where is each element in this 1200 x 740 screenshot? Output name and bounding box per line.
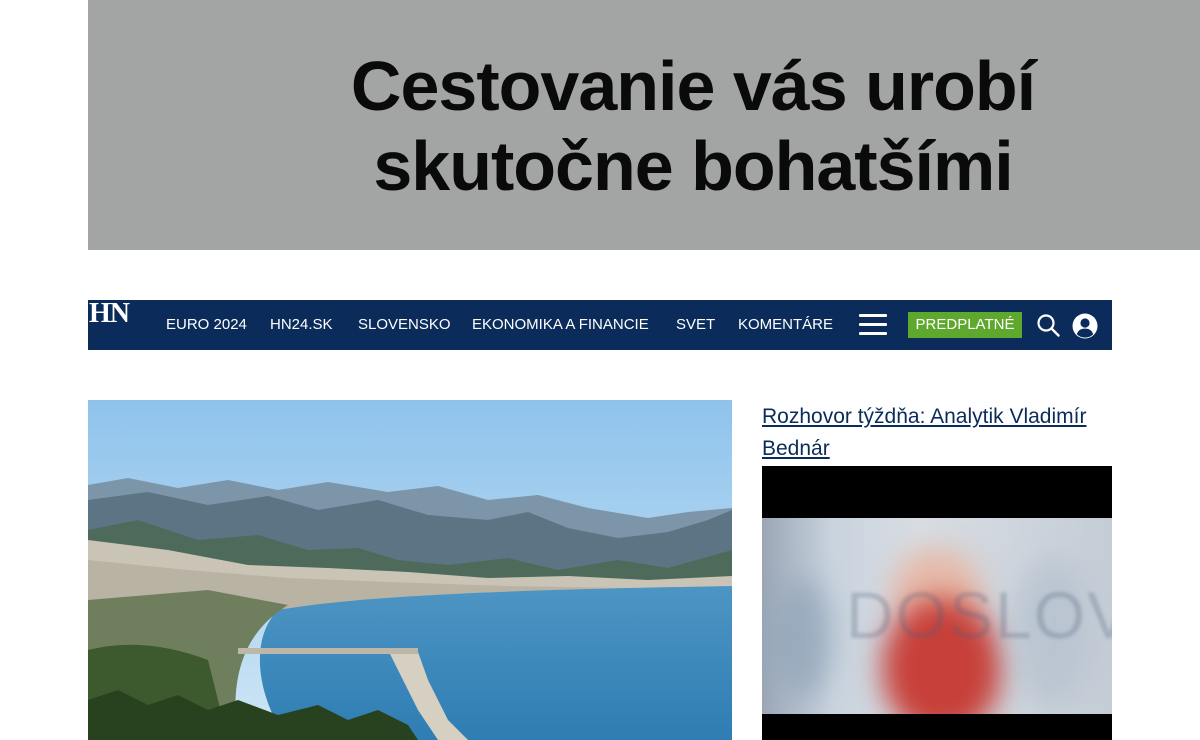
nav-item-hn24[interactable]: HN24.SK (270, 316, 333, 334)
nav-item-euro-2024[interactable]: EURO 2024 (166, 316, 247, 334)
main-nav: HN EURO 2024 HN24.SK SLOVENSKO EKONOMIKA… (88, 299, 1112, 350)
banner-headline-line1: Cestovanie vás urobí (350, 47, 1036, 125)
subscribe-button[interactable]: PREDPLATNÉ (908, 312, 1022, 338)
banner-decoration (88, 128, 96, 198)
video-player[interactable]: DOSLOVA (762, 466, 1112, 740)
nav-item-komentare[interactable]: KOMENTÁRE (738, 316, 833, 334)
nav-item-ekonomika[interactable]: EKONOMIKA A FINANCIE (472, 316, 649, 334)
video-thumbnail: DOSLOVA (762, 518, 1112, 714)
nav-item-svet[interactable]: SVET (676, 316, 715, 334)
nav-item-slovensko[interactable]: SLOVENSKO (358, 316, 451, 334)
video-title-link[interactable]: Rozhovor týždňa: Analytik Vladimír Bedná… (762, 401, 1112, 465)
banner-headline-line2: skutočne bohatšími (373, 127, 1013, 205)
search-icon[interactable] (1036, 313, 1060, 337)
site-logo[interactable]: HN (89, 299, 130, 329)
hamburger-icon[interactable] (859, 314, 887, 336)
banner-ad[interactable]: Cestovanie vás urobí skutočne bohatšími (88, 0, 1200, 250)
article-hero-image[interactable] (88, 400, 732, 740)
video-watermark: DOSLOVA (846, 578, 1112, 652)
user-icon[interactable] (1072, 313, 1098, 339)
banner-headline: Cestovanie vás urobí skutočne bohatšími (298, 46, 1088, 206)
